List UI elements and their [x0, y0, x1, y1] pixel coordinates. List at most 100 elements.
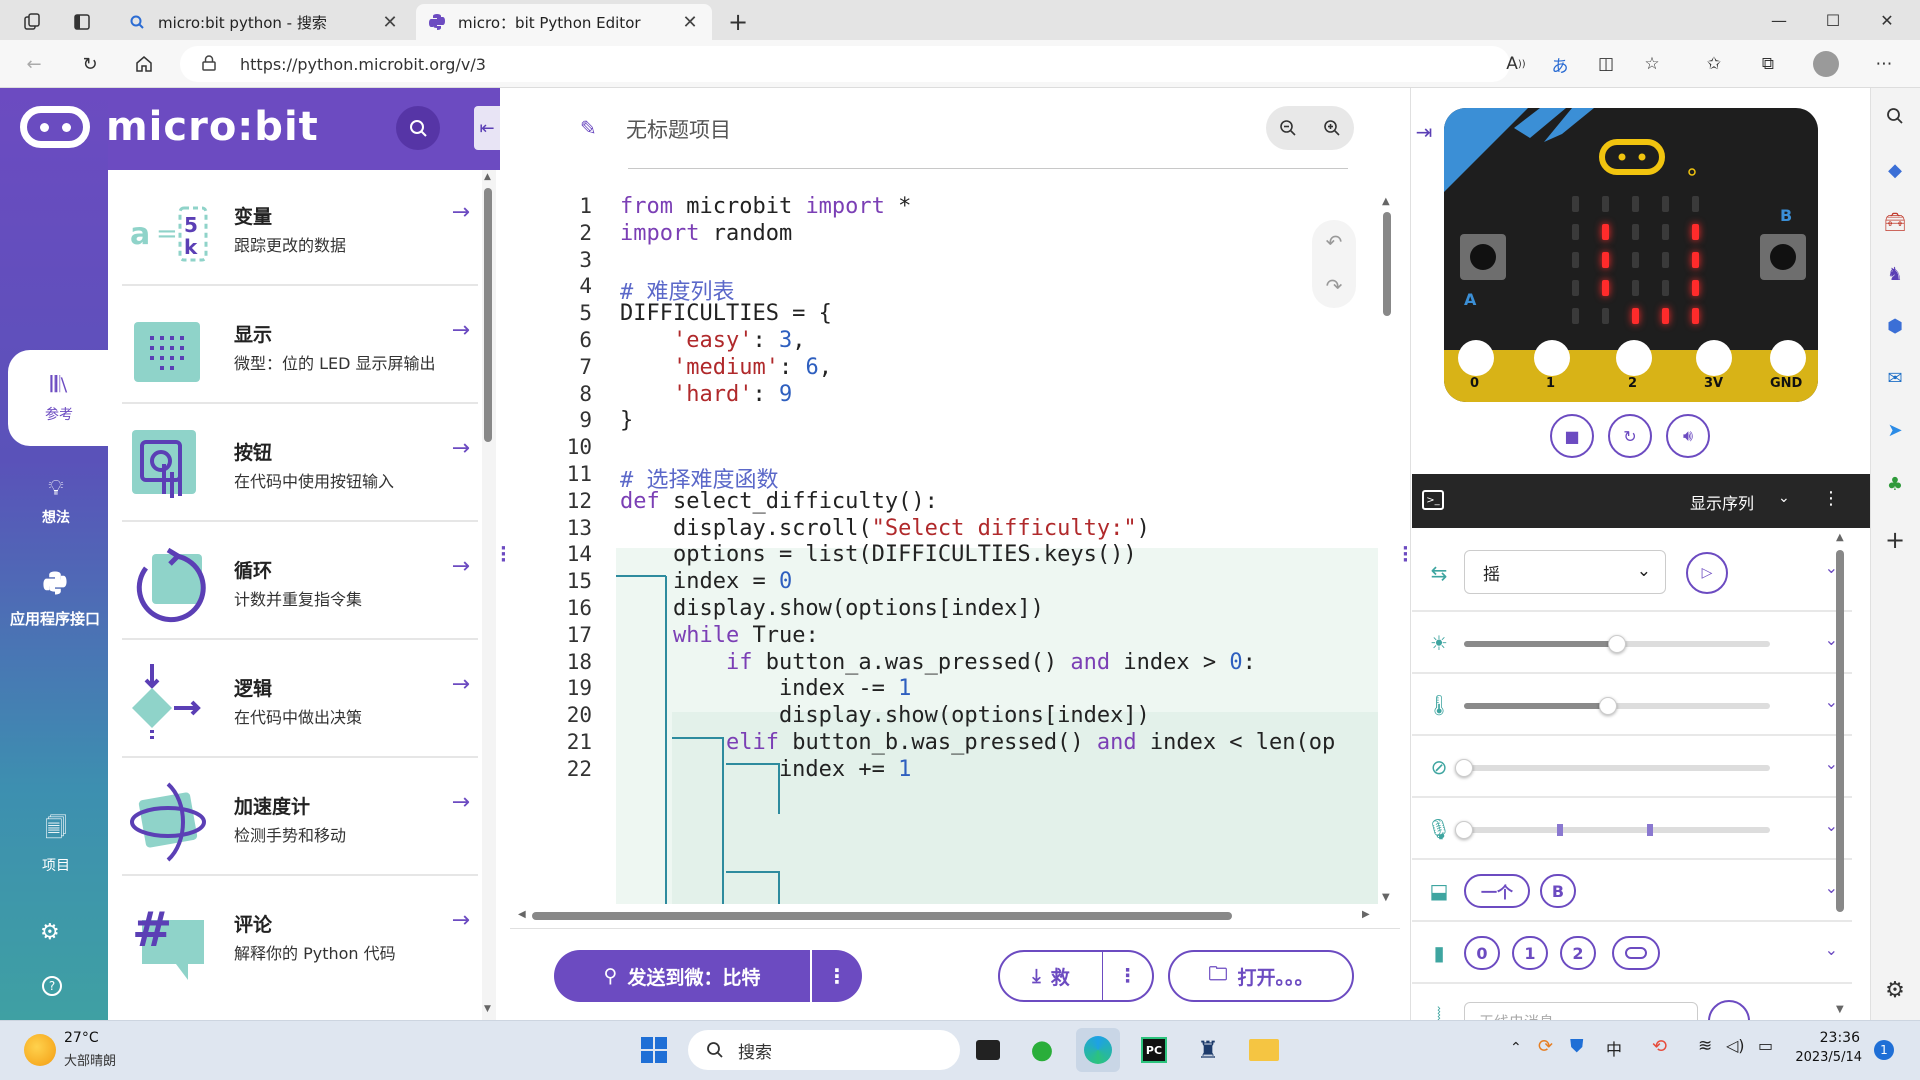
compass-slider[interactable] [1455, 759, 1770, 777]
settings-icon[interactable]: ⚙ [1870, 970, 1920, 1010]
tab-editor[interactable]: micro：bit Python Editor ✕ [416, 4, 712, 40]
add-favorite-icon[interactable]: ☆ [1636, 48, 1668, 80]
code-line[interactable]: import random [620, 221, 792, 246]
slider-knob[interactable] [1455, 821, 1473, 839]
cat-app-icon[interactable]: ♜ [1186, 1028, 1230, 1072]
workspaces-icon[interactable] [14, 8, 50, 36]
project-name[interactable]: 无标题项目 [626, 114, 731, 144]
sound-icon[interactable]: 🔊︎ [1666, 414, 1710, 458]
scroll-up-icon[interactable]: ▲ [1382, 196, 1390, 207]
gesture-select[interactable]: 摇 ⌄ [1464, 550, 1666, 594]
notification-badge[interactable]: 1 [1874, 1040, 1894, 1060]
maximize-button[interactable]: ☐ [1810, 0, 1856, 40]
reference-scroll-thumb[interactable] [484, 188, 492, 442]
press-button-a[interactable]: 一个 [1464, 874, 1530, 908]
send-radio-icon[interactable] [1708, 1000, 1750, 1020]
edit-name-icon[interactable]: ✎ [580, 116, 597, 140]
left-splitter-handle[interactable]: · · · [500, 540, 507, 570]
url-field[interactable]: https://python.microbit.org/v/3 [180, 46, 1510, 82]
pin-0-pad[interactable] [1458, 340, 1494, 376]
new-tab-button[interactable]: + [722, 6, 754, 38]
more-options-icon[interactable]: ⋮ [1822, 488, 1840, 509]
favorites-icon[interactable]: ✩ [1698, 48, 1730, 80]
windows-start-icon[interactable] [632, 1028, 676, 1072]
scroll-left-icon[interactable]: ◀ [518, 909, 526, 920]
code-line[interactable]: def select_difficulty(): [620, 489, 938, 514]
code-line[interactable]: index += 1 [620, 757, 911, 782]
task-view-icon[interactable] [966, 1028, 1010, 1072]
battery-icon[interactable]: ▭ [1758, 1036, 1773, 1055]
editor-horizontal-scroll-thumb[interactable] [532, 912, 1232, 920]
code-line[interactable]: index = 0 [620, 569, 792, 594]
ref-item-comments[interactable]: # 评论 解释你的 Python 代码 → [122, 878, 478, 994]
send-icon[interactable]: ➤ [1870, 410, 1920, 450]
security-icon[interactable]: ⛊ [1570, 1036, 1584, 1057]
pin-1-pad[interactable] [1534, 340, 1570, 376]
rail-item-ideas[interactable]: 💡︎ 想法 [8, 468, 104, 534]
scroll-down-icon[interactable]: ▼ [1836, 1004, 1844, 1015]
file-explorer-icon[interactable] [1242, 1028, 1286, 1072]
sound-slider[interactable] [1455, 821, 1770, 839]
close-window-button[interactable]: ✕ [1864, 0, 1910, 40]
stop-icon[interactable]: ■ [1550, 414, 1594, 458]
tab-actions-icon[interactable] [64, 8, 100, 36]
collections-icon[interactable]: ⧉ [1752, 48, 1784, 80]
rail-item-reference[interactable]: 𝄃𝄃⧵ 参考 [8, 350, 110, 446]
help-icon[interactable]: ? [42, 976, 62, 996]
more-options-icon[interactable]: ⋯ [1868, 48, 1900, 80]
code-line[interactable]: display.show(options[index]) [620, 596, 1044, 621]
wifi-icon[interactable]: ≋ [1698, 1036, 1712, 1056]
edge-icon[interactable] [1076, 1028, 1120, 1072]
code-line[interactable]: options = list(DIFFICULTIES.keys()) [620, 542, 1137, 567]
weather-desc[interactable]: 大部晴朗 [64, 1050, 116, 1069]
show-hidden-icons[interactable]: ⌃ [1510, 1040, 1522, 1056]
weather-icon[interactable] [24, 1034, 56, 1066]
chevron-down-icon[interactable]: ⌄ [1778, 490, 1790, 506]
rail-item-projects[interactable]: 🗐︎ 项目 [8, 810, 104, 876]
code-line[interactable]: elif button_b.was_pressed() and index < … [620, 730, 1335, 755]
button-b[interactable] [1760, 234, 1806, 280]
slider-knob[interactable] [1455, 759, 1473, 777]
split-screen-icon[interactable]: ◫ [1590, 48, 1622, 80]
series-label[interactable]: 显示序列 [1690, 490, 1754, 514]
terminal-icon[interactable]: >_ [1422, 490, 1444, 510]
ref-item-accelerometer[interactable]: 加速度计 检测手势和移动 → [122, 760, 478, 876]
tag-icon[interactable]: ◆ [1870, 150, 1920, 190]
button-a[interactable] [1460, 234, 1506, 280]
scroll-down-icon[interactable]: ▼ [484, 1004, 491, 1014]
ref-item-display[interactable]: 显示 微型：位的 LED 显示屏输出 → [122, 288, 478, 404]
zoom-out-icon[interactable] [1266, 106, 1310, 150]
code-line[interactable]: 'hard': 9 [620, 382, 792, 407]
code-line[interactable]: 'easy': 3, [620, 328, 805, 353]
editor-vertical-scroll-thumb[interactable] [1383, 212, 1391, 316]
code-line[interactable]: from microbit import * [620, 194, 911, 219]
touch-logo[interactable] [1612, 936, 1660, 970]
scroll-up-icon[interactable]: ▲ [484, 172, 491, 182]
tools-icon[interactable]: 🧰︎ [1870, 202, 1920, 242]
collapse-sidebar-icon[interactable]: ⇤ [474, 106, 500, 150]
minimize-button[interactable]: — [1756, 0, 1802, 40]
collapse-simulator-icon[interactable]: ⇥ [1410, 112, 1438, 152]
scroll-down-icon[interactable]: ▼ [1382, 892, 1390, 903]
translate-icon[interactable]: あ [1544, 48, 1576, 80]
reset-icon[interactable]: ↻ [1608, 414, 1652, 458]
add-icon[interactable]: + [1870, 520, 1920, 560]
search-button[interactable] [396, 106, 440, 150]
code-line[interactable]: DIFFICULTIES = { [620, 301, 832, 326]
taskbar-search[interactable]: 搜索 [688, 1030, 960, 1070]
back-icon[interactable]: ← [18, 48, 50, 80]
press-button-b[interactable]: B [1540, 874, 1576, 908]
code-editor[interactable]: 1 from microbit import * 2 import random 3 4 #… [528, 192, 1378, 904]
temperature-slider[interactable] [1464, 697, 1770, 715]
scroll-up-icon[interactable]: ▲ [1836, 532, 1844, 543]
ref-item-loops[interactable]: 循环 计数并重复指令集 → [122, 524, 478, 640]
ref-item-variables[interactable]: a = 5 k 变量 跟踪更改的数据 → [122, 170, 478, 286]
outlook-icon[interactable]: ✉ [1870, 358, 1920, 398]
volume-icon[interactable]: ◁) [1726, 1036, 1745, 1055]
touch-pin-0[interactable]: 0 [1464, 936, 1500, 970]
pin-3v-pad[interactable] [1696, 340, 1732, 376]
profile-avatar[interactable] [1810, 48, 1842, 80]
home-icon[interactable] [128, 48, 160, 80]
brightness-slider[interactable] [1464, 635, 1770, 653]
pycharm-icon[interactable]: PC [1132, 1028, 1176, 1072]
